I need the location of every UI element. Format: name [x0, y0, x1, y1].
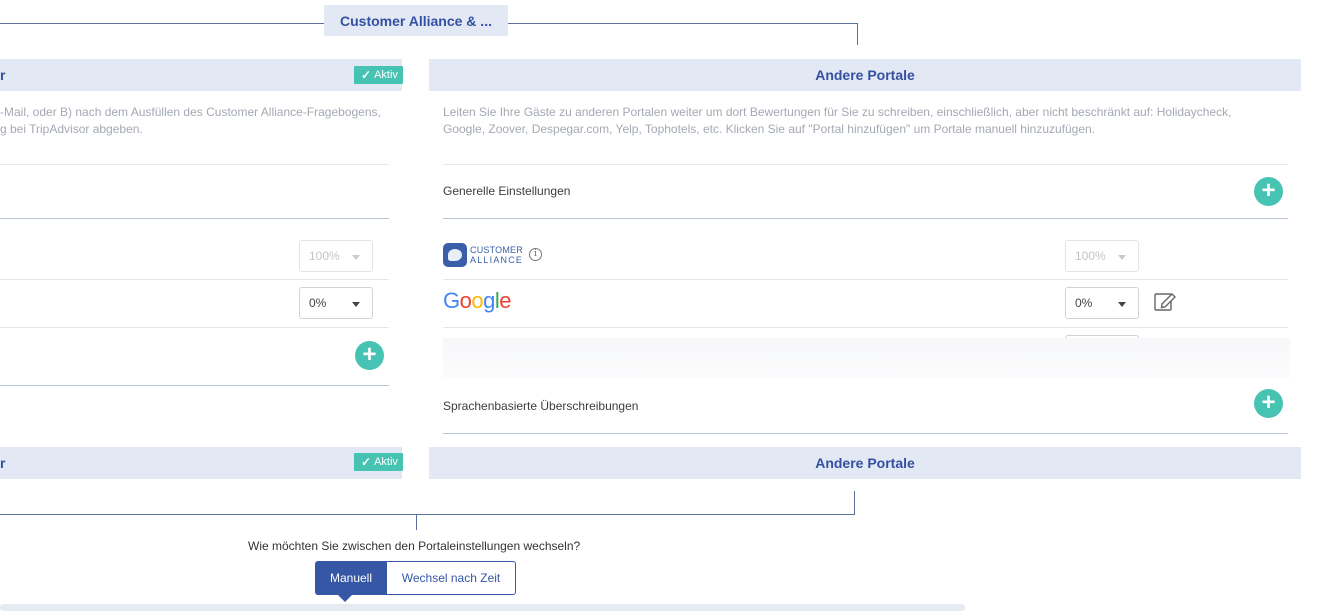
active-badge-label: Aktiv: [374, 69, 398, 81]
connector-line: [508, 23, 858, 24]
add-button[interactable]: +: [355, 341, 384, 370]
active-badge-2: ✓ Aktiv: [354, 453, 403, 471]
flow-top-label[interactable]: Customer Alliance & ...: [324, 5, 508, 36]
google-logo: Google: [443, 288, 512, 313]
connector-line: [0, 514, 855, 515]
divider: [0, 279, 389, 280]
left-panel-description: -Mail, oder B) nach dem Ausfüllen des Cu…: [0, 104, 390, 138]
chevron-down-icon: [1118, 302, 1126, 307]
customer-alliance-logo-icon: [443, 243, 467, 267]
connector-line: [854, 491, 855, 515]
left-panel-header-2: r: [0, 447, 402, 479]
edit-icon[interactable]: [1154, 292, 1176, 317]
description-line: g bei TripAdvisor abgeben.: [0, 122, 143, 136]
description-line: Leiten Sie Ihre Gäste zu anderen Portale…: [443, 105, 1232, 119]
divider: [443, 433, 1288, 434]
active-badge-label: Aktiv: [374, 456, 398, 468]
left-panel-header: r: [0, 59, 402, 91]
selected-pointer: [338, 595, 352, 602]
left-panel-title: r: [0, 67, 6, 83]
logo-line: CUSTOMER: [470, 245, 523, 255]
switch-question: Wie möchten Sie zwischen den Portaleinst…: [248, 539, 581, 553]
divider: [443, 327, 1288, 328]
divider: [443, 279, 1288, 280]
general-settings-label: Generelle Einstellungen: [443, 184, 571, 198]
add-general-setting-button[interactable]: +: [1254, 177, 1283, 206]
chevron-down-icon: [1118, 255, 1126, 260]
select-value: 100%: [309, 249, 340, 263]
right-panel-description: Leiten Sie Ihre Gäste zu anderen Portale…: [443, 104, 1293, 138]
right-panel-header-2: Andere Portale: [429, 447, 1301, 479]
divider: [0, 218, 389, 219]
active-badge: ✓ Aktiv: [354, 66, 403, 84]
bottom-panel-edge: [0, 604, 965, 611]
right-panel-title: Andere Portale: [815, 67, 915, 83]
time-switch-toggle-button[interactable]: Wechsel nach Zeit: [386, 561, 516, 595]
customer-alliance-logo-text: CUSTOMER ALLIANCE: [470, 245, 523, 265]
google-percent-select[interactable]: 0%: [1065, 287, 1139, 319]
check-icon: ✓: [361, 68, 372, 82]
description-line: -Mail, oder B) nach dem Ausfüllen des Cu…: [0, 105, 381, 119]
connector-line: [857, 23, 858, 45]
right-panel-header: Andere Portale: [429, 59, 1301, 91]
select-value: 0%: [309, 296, 327, 310]
manual-toggle-button[interactable]: Manuell: [315, 561, 387, 595]
divider: [0, 327, 389, 328]
logo-line: ALLIANCE: [470, 255, 524, 265]
divider: [0, 164, 389, 165]
info-icon[interactable]: i: [529, 248, 542, 261]
customer-alliance-percent-select: 100%: [1065, 240, 1139, 272]
description-line: Google, Zoover, Despegar.com, Yelp, Toph…: [443, 122, 1096, 136]
scroll-fade: [443, 338, 1290, 378]
chevron-down-icon: [352, 302, 360, 307]
check-icon: ✓: [361, 455, 372, 469]
select-value: 100%: [1075, 249, 1106, 263]
connector-line: [416, 514, 417, 530]
connector-line: [0, 23, 324, 24]
left-percent-select-2[interactable]: 0%: [299, 287, 373, 319]
language-overrides-label: Sprachenbasierte Überschreibungen: [443, 399, 639, 413]
left-panel-title-2: r: [0, 455, 6, 471]
left-percent-select-1: 100%: [299, 240, 373, 272]
customer-alliance-logo: CUSTOMER ALLIANCE: [443, 243, 523, 267]
add-language-override-button[interactable]: +: [1254, 389, 1283, 418]
divider: [443, 218, 1288, 219]
select-value: 0%: [1075, 296, 1093, 310]
divider: [443, 164, 1288, 165]
chevron-down-icon: [352, 255, 360, 260]
divider: [0, 385, 389, 386]
right-panel-title-2: Andere Portale: [815, 455, 915, 471]
